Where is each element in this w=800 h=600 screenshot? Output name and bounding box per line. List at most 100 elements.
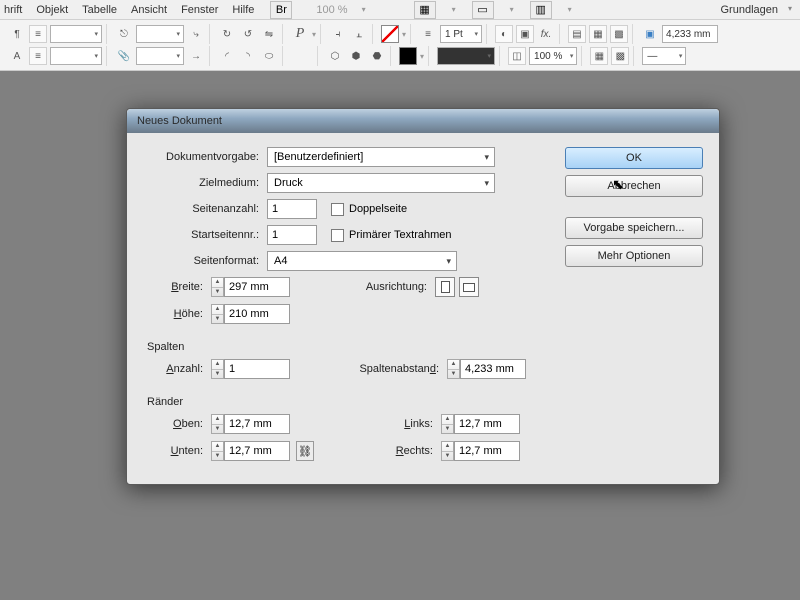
save-preset-button[interactable]: Vorgabe speichern... <box>565 217 703 239</box>
rotate-cw-icon[interactable]: ↻ <box>218 25 236 43</box>
text-wrap-shape-icon[interactable]: ▩ <box>610 25 628 43</box>
corner3-icon[interactable]: ⬭ <box>260 47 278 65</box>
text-wrap-none-icon[interactable]: ▤ <box>568 25 586 43</box>
menu-fenster[interactable]: Fenster <box>181 4 218 16</box>
preset-combo[interactable]: [Benutzerdefiniert] <box>267 147 495 167</box>
orientation-landscape-button[interactable] <box>459 277 479 297</box>
cap-combo[interactable]: — <box>642 47 686 65</box>
label-intent: Zielmedium: <box>143 177 267 189</box>
stroke-weight-combo[interactable]: 1 Pt <box>440 25 482 43</box>
pathfinder2-icon[interactable]: ⬢ <box>347 47 365 65</box>
fill-none-swatch[interactable] <box>381 25 399 43</box>
control-panel: ¶ ≡ ⎋ ⤷ ↻ ↺ ⇋ P ▾ ⫞ ⫠ ▾ ≡ 1 Pt <box>0 20 800 71</box>
opacity-combo[interactable]: 100 % <box>529 47 577 65</box>
margin-right-spinner[interactable]: ▲▼ <box>441 441 454 461</box>
para-style-icon[interactable]: ¶ <box>8 25 26 43</box>
clip-icon[interactable]: 📎 <box>115 47 133 65</box>
count-spinner[interactable]: ▲▼ <box>211 359 224 379</box>
menu-objekt[interactable]: Objekt <box>36 4 68 16</box>
align2-icon[interactable]: ≡ <box>29 47 47 65</box>
pages-field[interactable]: 1 <box>267 199 317 219</box>
count-field[interactable]: 1 <box>224 359 290 379</box>
margin-left-field[interactable]: 12,7 mm <box>454 414 520 434</box>
height-spinner[interactable]: ▲▼ <box>211 304 224 324</box>
distribute-h-icon[interactable]: ⫞ <box>329 25 347 43</box>
wrap2-combo[interactable] <box>136 47 184 65</box>
align-icon[interactable]: ≡ <box>29 25 47 43</box>
chain-icon[interactable]: ⤷ <box>187 25 205 43</box>
fx-icon[interactable]: fx. <box>537 25 555 43</box>
opacity-icon[interactable]: ◫ <box>508 47 526 65</box>
start-field[interactable]: 1 <box>267 225 317 245</box>
label-top: Oben: <box>143 418 211 430</box>
flip-h-icon[interactable]: ⇋ <box>260 25 278 43</box>
corner-icon[interactable]: ◜ <box>218 47 236 65</box>
pagesize-combo[interactable]: A4 <box>267 251 457 271</box>
label-pages: Seitenanzahl: <box>143 203 267 215</box>
stroke-swatch[interactable] <box>399 47 417 65</box>
margin-top-field[interactable]: 12,7 mm <box>224 414 290 434</box>
font-combo[interactable] <box>50 25 102 43</box>
menu-ansicht[interactable]: Ansicht <box>131 4 167 16</box>
menu-schrift[interactable]: hrift <box>4 4 22 16</box>
stroke-style-combo[interactable] <box>437 47 495 65</box>
checkbox-icon <box>331 229 344 242</box>
landscape-icon <box>463 283 475 292</box>
orientation-portrait-button[interactable] <box>435 277 455 297</box>
pathfinder-icon[interactable]: ⬡ <box>326 47 344 65</box>
facing-checkbox[interactable]: Doppelseite <box>331 203 407 216</box>
measurement-field[interactable] <box>662 25 718 43</box>
cancel-button[interactable]: Abbrechen <box>565 175 703 197</box>
width-field[interactable]: 297 mm <box>224 277 290 297</box>
menu-bar: hrift Objekt Tabelle Ansicht Fenster Hil… <box>0 0 800 20</box>
margin-top-spinner[interactable]: ▲▼ <box>211 414 224 434</box>
gutter-field[interactable]: 4,233 mm <box>460 359 526 379</box>
label-pagesize: Seitenformat: <box>143 255 267 267</box>
zoom-arrow-icon[interactable]: ▾ <box>362 5 366 14</box>
drop-shadow-icon[interactable]: ▣ <box>516 25 534 43</box>
menu-hilfe[interactable]: Hilfe <box>232 4 254 16</box>
margin-right-field[interactable]: 12,7 mm <box>454 441 520 461</box>
char-style-icon[interactable]: A <box>8 47 26 65</box>
height-field[interactable]: 210 mm <box>224 304 290 324</box>
arrange-icon[interactable]: ▥ <box>530 1 552 19</box>
columns-group-title: Spalten <box>147 341 547 353</box>
screen-mode-icon[interactable]: ▭ <box>472 1 494 19</box>
arrow-icon[interactable]: → <box>187 47 205 65</box>
ok-button[interactable]: OK <box>565 147 703 169</box>
anchor-icon[interactable]: ⎋ <box>115 25 133 43</box>
workspace-dropdown[interactable]: Grundlagen <box>715 2 797 18</box>
width-spinner[interactable]: ▲▼ <box>211 277 224 297</box>
effects-icon[interactable]: ◐ <box>495 25 513 43</box>
link-margins-icon[interactable]: ⛓ <box>296 441 314 461</box>
dialog-titlebar[interactable]: Neues Dokument <box>127 109 719 133</box>
wrap-combo[interactable] <box>136 25 184 43</box>
view-mode-icon[interactable]: ▦ <box>414 1 436 19</box>
primary-text-frame-checkbox[interactable]: Primärer Textrahmen <box>331 229 452 242</box>
pathfinder3-icon[interactable]: ⬣ <box>368 47 386 65</box>
margin-bottom-field[interactable]: 12,7 mm <box>224 441 290 461</box>
wrap-jump-icon[interactable]: ▦ <box>590 47 608 65</box>
more-options-button[interactable]: Mehr Optionen <box>565 245 703 267</box>
style-combo[interactable] <box>50 47 102 65</box>
label-right: Rechts: <box>345 445 441 457</box>
stroke-weight-icon: ≡ <box>419 25 437 43</box>
path-type-icon[interactable]: P <box>291 25 309 43</box>
menu-tabelle[interactable]: Tabelle <box>82 4 117 16</box>
margin-left-spinner[interactable]: ▲▼ <box>441 414 454 434</box>
zoom-level[interactable]: 100 % <box>316 4 347 16</box>
new-document-dialog: Neues Dokument Dokumentvorgabe: [Benutze… <box>126 108 720 485</box>
checkbox-icon <box>331 203 344 216</box>
frame-fit-icon[interactable]: ▣ <box>641 25 659 43</box>
margin-bottom-spinner[interactable]: ▲▼ <box>211 441 224 461</box>
text-wrap-bound-icon[interactable]: ▦ <box>589 25 607 43</box>
wrap-next-icon[interactable]: ▩ <box>611 47 629 65</box>
label-orientation: Ausrichtung: <box>345 281 435 293</box>
intent-combo[interactable]: Druck <box>267 173 495 193</box>
corner2-icon[interactable]: ◝ <box>239 47 257 65</box>
rotate-ccw-icon[interactable]: ↺ <box>239 25 257 43</box>
gutter-spinner[interactable]: ▲▼ <box>447 359 460 379</box>
distribute-v-icon[interactable]: ⫠ <box>350 25 368 43</box>
bridge-icon[interactable]: Br <box>270 1 292 19</box>
label-count: Anzahl: <box>143 363 211 375</box>
